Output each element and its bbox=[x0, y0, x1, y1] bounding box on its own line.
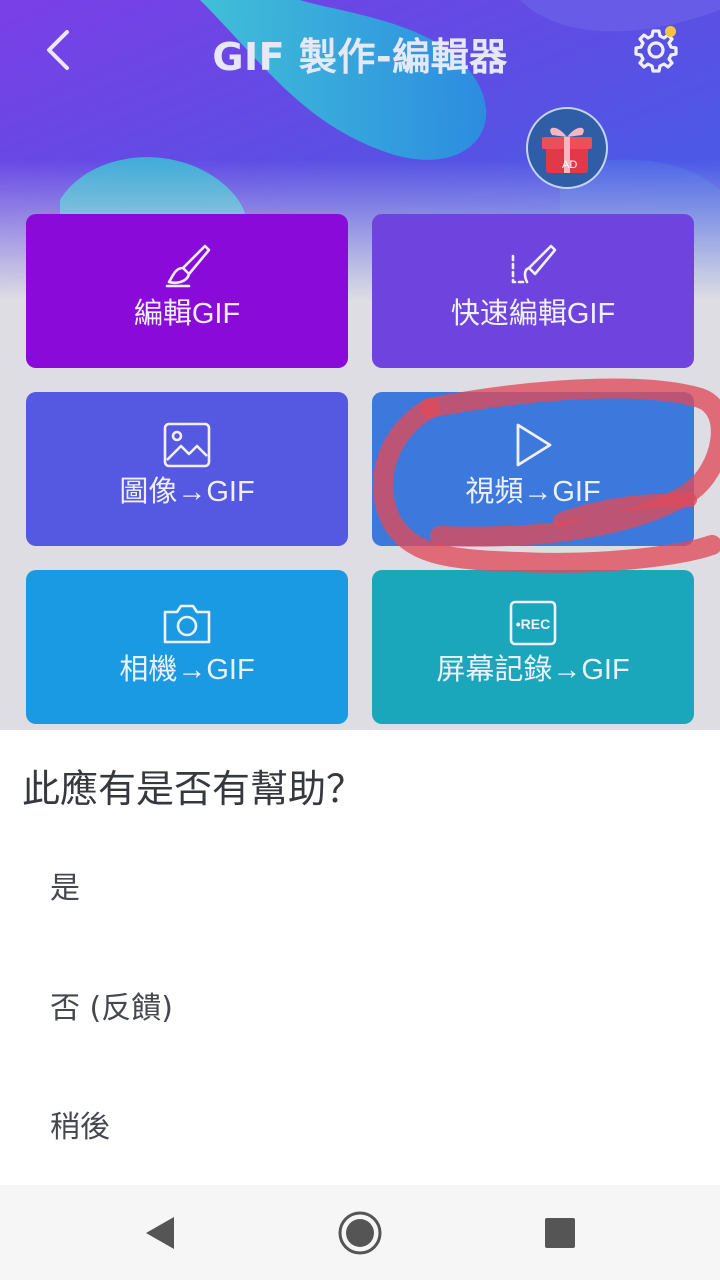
gift-box-icon: AD bbox=[542, 127, 592, 173]
camera-to-gif-tile[interactable]: 相機→GIF bbox=[26, 570, 348, 724]
rec-icon: •REC bbox=[509, 600, 557, 646]
notification-dot bbox=[665, 26, 676, 37]
option-no-feedback[interactable]: 否 (反饋) bbox=[0, 946, 720, 1064]
page-title: GIF 製作-編輯器 bbox=[212, 35, 508, 79]
brush-icon bbox=[165, 244, 211, 288]
option-yes[interactable]: 是 bbox=[0, 826, 720, 944]
system-navigation-bar bbox=[0, 1185, 720, 1280]
quick-edit-gif-tile[interactable]: 快速編輯GIF bbox=[372, 214, 694, 368]
tile-label: 視頻→GIF bbox=[465, 476, 601, 508]
video-to-gif-tile[interactable]: 視頻→GIF bbox=[372, 392, 694, 546]
ad-badge-text: AD bbox=[562, 159, 577, 171]
ad-gift-button[interactable]: AD bbox=[526, 107, 608, 189]
play-icon bbox=[516, 423, 552, 467]
screen-record-to-gif-tile[interactable]: •REC 屏幕記錄→GIF bbox=[372, 570, 694, 724]
edit-gif-tile[interactable]: 編輯GIF bbox=[26, 214, 348, 368]
tile-label: 圖像→GIF bbox=[119, 476, 255, 508]
helpful-feedback-dialog: 此應有是否有幫助？ 是 否 (反饋) 稍後 bbox=[0, 730, 720, 1185]
tile-label: 編輯GIF bbox=[133, 298, 241, 330]
nav-recents-button[interactable] bbox=[530, 1205, 590, 1261]
nav-home-icon bbox=[338, 1211, 382, 1255]
nav-back-icon bbox=[146, 1217, 174, 1249]
rec-text: •REC bbox=[516, 616, 550, 632]
camera-icon bbox=[163, 604, 211, 644]
app-screen: GIF 製作-編輯器 AD 編輯GIF 快速編輯GIF 圖像→GIF 視頻→GI… bbox=[0, 0, 720, 730]
nav-recents-icon bbox=[545, 1218, 575, 1248]
settings-button[interactable] bbox=[626, 22, 686, 78]
tile-label: 屏幕記錄→GIF bbox=[436, 654, 630, 686]
image-icon bbox=[163, 422, 211, 468]
nav-back-button[interactable] bbox=[130, 1205, 190, 1261]
tile-label: 快速編輯GIF bbox=[450, 298, 616, 330]
image-to-gif-tile[interactable]: 圖像→GIF bbox=[26, 392, 348, 546]
quick-brush-icon bbox=[511, 244, 557, 284]
tile-label: 相機→GIF bbox=[119, 654, 255, 686]
nav-home-button[interactable] bbox=[330, 1205, 390, 1261]
dialog-title: 此應有是否有幫助？ bbox=[22, 767, 365, 811]
option-later[interactable]: 稍後 bbox=[0, 1065, 720, 1183]
